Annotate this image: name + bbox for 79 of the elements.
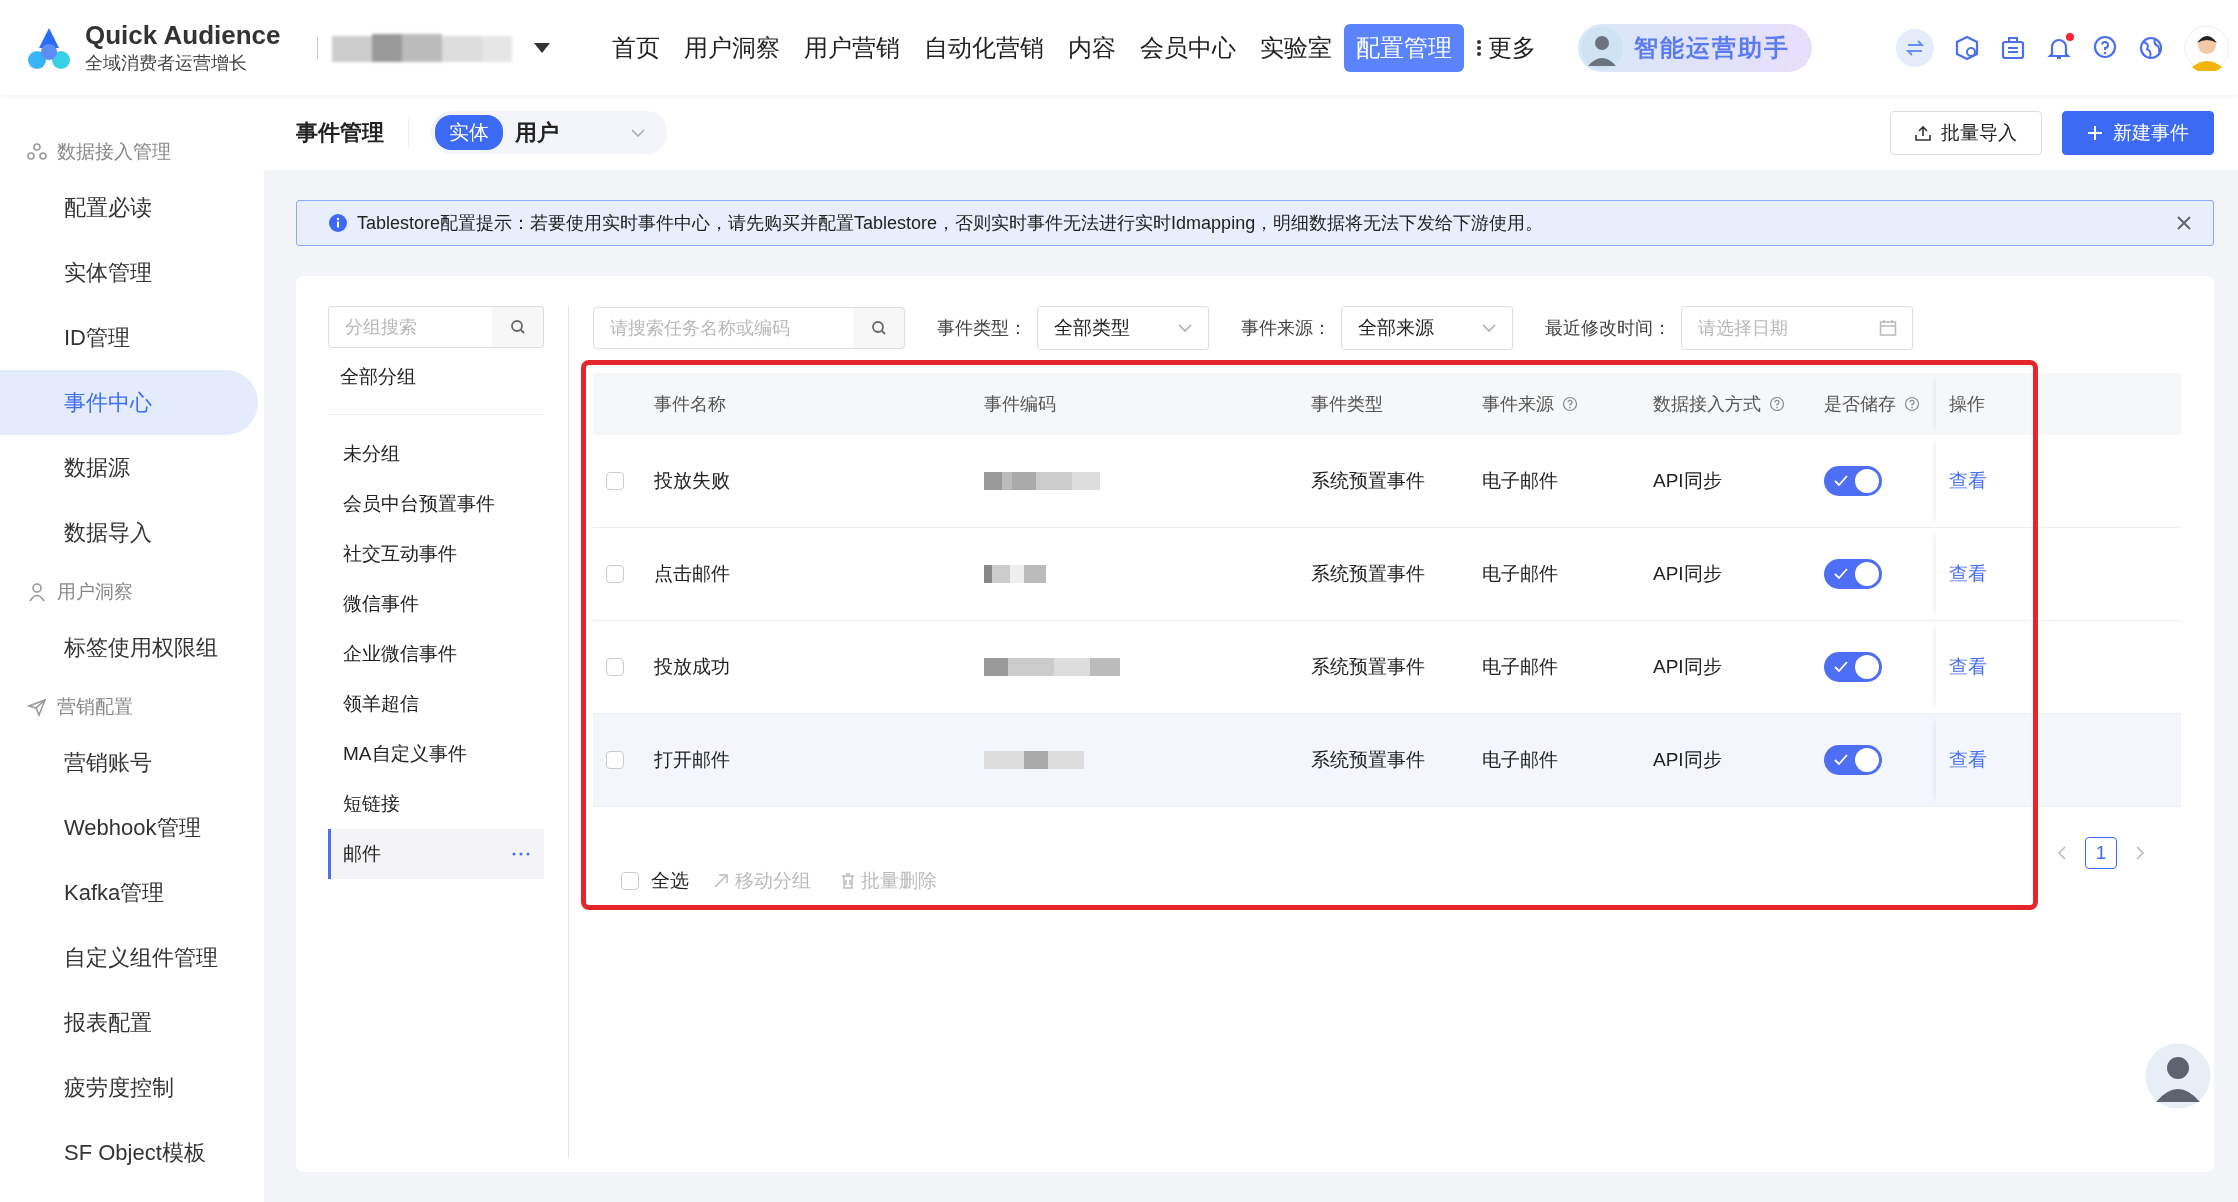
app-title: Quick Audience xyxy=(85,20,281,51)
table-cell-text: 系统预置事件 xyxy=(1311,469,1425,493)
nav-tab[interactable]: 首页 xyxy=(599,23,672,72)
column-header: 事件来源 xyxy=(1482,393,1554,416)
table-cell-text: API同步 xyxy=(1653,748,1722,772)
view-link[interactable]: 查看 xyxy=(1949,654,1987,680)
column-header: 操作 xyxy=(1949,393,1985,416)
table-cell-text: 投放失败 xyxy=(654,469,730,493)
group-item[interactable]: 微信事件 xyxy=(343,591,419,617)
sidebar-item[interactable]: 标签使用权限组 xyxy=(0,615,258,680)
sidebar-item[interactable]: 数据导入 xyxy=(0,500,258,565)
sidebar-section-title: 用户洞察 xyxy=(57,580,133,604)
date-field[interactable]: 请选择日期 xyxy=(1681,306,1913,350)
alert-text: Tablestore配置提示：若要使用实时事件中心，请先购买并配置Tablestore，否则实时事件无法进行实时Idmapping，明细数据将无法下发给下游使用。 xyxy=(357,212,1544,235)
column-header: 数据接入方式 xyxy=(1653,393,1761,416)
nav-tab[interactable]: 自动化营销 xyxy=(911,23,1056,72)
nav-tab[interactable]: 内容 xyxy=(1055,23,1128,72)
table-cell-text: 系统预置事件 xyxy=(1311,562,1425,586)
filter-label: 事件类型： xyxy=(937,317,1027,340)
group-item[interactable]: 社交互动事件 xyxy=(343,541,457,567)
group-item[interactable]: 邮件 xyxy=(343,841,381,867)
sidebar-section-title: 营销配置 xyxy=(57,695,133,719)
sidebar-item[interactable]: Kafka管理 xyxy=(0,860,258,925)
table-cell-text: API同步 xyxy=(1653,562,1722,586)
more-menu[interactable]: 更多 xyxy=(1463,23,1548,72)
table-cell-text: 电子邮件 xyxy=(1482,469,1558,493)
table-cell-text: 电子邮件 xyxy=(1482,748,1558,772)
table-cell-text: 系统预置事件 xyxy=(1311,655,1425,679)
nav-tab[interactable]: 用户洞察 xyxy=(671,23,792,72)
page-button[interactable]: 1 xyxy=(2085,837,2117,869)
group-item[interactable]: MA自定义事件 xyxy=(343,741,467,767)
table-cell-text: 投放成功 xyxy=(654,655,730,679)
table-cell-text: 电子邮件 xyxy=(1482,655,1558,679)
group-item[interactable]: 领羊超信 xyxy=(343,691,419,717)
select-all-label[interactable]: 全选 xyxy=(651,868,689,894)
column-header: 事件名称 xyxy=(654,393,726,416)
entity-value: 用户 xyxy=(515,118,559,147)
sidebar-item[interactable]: 数据源 xyxy=(0,435,258,500)
view-link[interactable]: 查看 xyxy=(1949,561,1987,587)
sidebar-item[interactable]: 实体管理 xyxy=(0,240,258,305)
sidebar-item[interactable]: 营销账号 xyxy=(0,730,258,795)
sidebar-item[interactable]: 自定义组件管理 xyxy=(0,925,258,990)
import-button[interactable]: 批量导入 xyxy=(1890,110,2042,155)
filter-label: 最近修改时间： xyxy=(1545,317,1671,340)
table-cell-text: API同步 xyxy=(1653,469,1722,493)
column-header: 事件类型 xyxy=(1311,393,1383,416)
filter-dropdown[interactable]: 全部类型 xyxy=(1037,306,1209,350)
filter-label: 事件来源： xyxy=(1241,317,1331,340)
table-cell-text: 系统预置事件 xyxy=(1311,748,1425,772)
table-cell-text: API同步 xyxy=(1653,655,1722,679)
table-cell-text: 点击邮件 xyxy=(654,562,730,586)
group-item[interactable]: 短链接 xyxy=(343,791,400,817)
sidebar-item[interactable]: 配置必读 xyxy=(0,175,258,240)
view-link[interactable]: 查看 xyxy=(1949,747,1987,773)
group-item[interactable]: 企业微信事件 xyxy=(343,641,457,667)
table-cell-text: 打开邮件 xyxy=(654,748,730,772)
sidebar-item[interactable]: 报表配置 xyxy=(0,990,258,1055)
nav-tab[interactable]: 实验室 xyxy=(1247,23,1344,72)
group-item[interactable]: 未分组 xyxy=(343,441,400,467)
nav-tab[interactable]: 会员中心 xyxy=(1127,23,1248,72)
table-cell-text: 电子邮件 xyxy=(1482,562,1558,586)
entity-tag: 实体 xyxy=(435,115,503,150)
sidebar-item[interactable]: 疲劳度控制 xyxy=(0,1055,258,1120)
column-header: 事件编码 xyxy=(984,393,1056,416)
nav-tab[interactable]: 用户营销 xyxy=(791,23,912,72)
filter-dropdown[interactable]: 全部来源 xyxy=(1341,306,1513,350)
sidebar-item[interactable]: Webhook管理 xyxy=(0,795,258,860)
group-item[interactable]: 会员中台预置事件 xyxy=(343,491,495,517)
sidebar-item[interactable]: 事件中心 xyxy=(0,370,258,435)
sidebar-item[interactable]: SF Object模板 xyxy=(0,1120,258,1185)
view-link[interactable]: 查看 xyxy=(1949,468,1987,494)
sidebar-section-title: 数据接入管理 xyxy=(57,140,171,164)
entity-select[interactable]: 实体 用户 xyxy=(431,111,667,154)
create-button[interactable]: 新建事件 xyxy=(2062,110,2214,155)
app-subtitle: 全域消费者运营增长 xyxy=(85,52,248,75)
column-header: 是否储存 xyxy=(1824,393,1896,416)
page-title: 事件管理 xyxy=(296,117,409,148)
sidebar-item[interactable]: ID管理 xyxy=(0,305,258,370)
group-item[interactable]: 全部分组 xyxy=(328,348,544,406)
